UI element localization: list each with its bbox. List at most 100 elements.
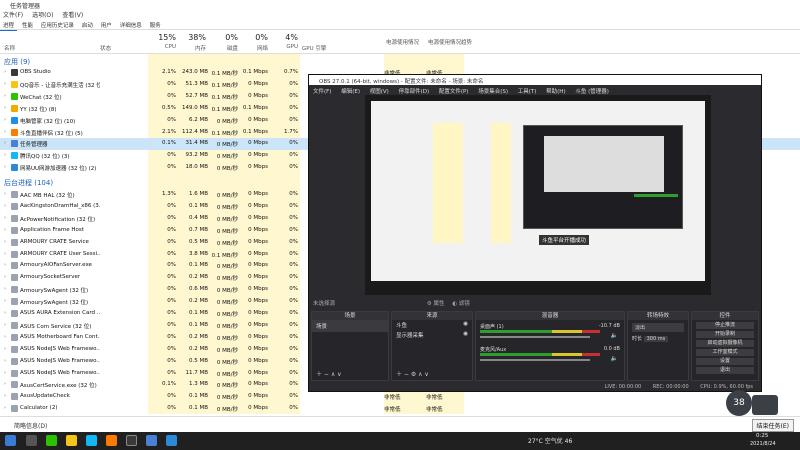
expand-chevron-icon[interactable]: › <box>4 334 6 340</box>
obs-menu-file[interactable]: 文件(F) <box>313 89 331 95</box>
expand-chevron-icon[interactable]: › <box>4 215 6 221</box>
process-name: WeChat (32 位) <box>20 94 62 101</box>
expand-chevron-icon[interactable]: › <box>4 203 6 209</box>
expand-chevron-icon[interactable]: › <box>4 191 6 197</box>
uu-accelerator-icon[interactable] <box>166 435 177 446</box>
tab-performance[interactable]: 性能 <box>19 20 36 30</box>
scene-add-remove-icons[interactable]: ＋ − ∧ ∨ <box>316 369 342 378</box>
duration-input[interactable]: 300 ms <box>643 336 669 342</box>
expand-chevron-icon[interactable]: › <box>4 298 6 304</box>
source-item-display[interactable]: 显示器采集 ◉ <box>392 330 472 340</box>
fewer-details-link[interactable]: 简略信息(D) <box>14 421 47 430</box>
expand-chevron-icon[interactable]: › <box>4 129 6 135</box>
expand-chevron-icon[interactable]: › <box>4 405 6 411</box>
expand-chevron-icon[interactable]: › <box>4 93 6 99</box>
expand-chevron-icon[interactable]: › <box>4 346 6 352</box>
table-row[interactable]: › AsusUpdateCheck 0% 0.1 MB 0 MB/秒 0 Mbps 0% 非常… <box>0 391 800 403</box>
clock-date[interactable]: 2021/8/24 <box>750 441 776 447</box>
obs-taskbar-icon[interactable] <box>126 435 137 446</box>
tab-startup[interactable]: 启动 <box>79 20 96 30</box>
expand-chevron-icon[interactable]: › <box>4 274 6 280</box>
gpu-value: 0% <box>289 369 298 376</box>
end-task-button[interactable]: 结束任务(E) <box>751 419 794 432</box>
transition-select[interactable]: 淡出 <box>632 323 684 332</box>
expand-chevron-icon[interactable]: › <box>4 227 6 233</box>
filter-icon[interactable]: ◐ <box>452 301 457 307</box>
wechat-icon[interactable] <box>46 435 57 446</box>
col-power-trend[interactable]: 电源使用情况趋势 <box>428 38 472 46</box>
expand-chevron-icon[interactable]: › <box>4 393 6 399</box>
gear-icon[interactable]: ⚙ <box>427 301 432 307</box>
col-gpu[interactable]: GPU <box>260 44 298 50</box>
windows-start-icon[interactable] <box>5 435 16 446</box>
search-icon[interactable] <box>26 435 37 446</box>
filters-button[interactable]: 滤镜 <box>459 301 470 307</box>
expand-chevron-icon[interactable]: › <box>4 239 6 245</box>
mixer-dock: 混音器 桌面声 (1) -10.7 dB 🔈 麦克风/Aux 0.0 dB 🔈 <box>475 311 625 381</box>
source-item-douyu[interactable]: 斗鱼 ◉ <box>392 320 472 330</box>
expand-chevron-icon[interactable]: › <box>4 152 6 158</box>
task-manager-taskbar-icon[interactable] <box>146 435 157 446</box>
virtual-camera-button[interactable]: 启动虚拟摄像机 <box>696 340 754 347</box>
process-name: ArmourySwAgent (32 位) <box>20 288 89 295</box>
tab-app-history[interactable]: 应用历史记录 <box>38 20 77 30</box>
exit-button[interactable]: 退出 <box>696 367 754 374</box>
start-recording-button[interactable]: 开始录制 <box>696 331 754 338</box>
disk-value: 0 MB/秒 <box>216 228 238 235</box>
expand-chevron-icon[interactable]: › <box>4 370 6 376</box>
track-1-slider[interactable] <box>480 336 590 338</box>
eye-icon[interactable]: ◉ <box>463 321 468 327</box>
stop-streaming-button[interactable]: 停止推流 <box>696 322 754 329</box>
obs-preview[interactable]: 斗鱼平台开播成功 <box>365 95 711 295</box>
expand-chevron-icon[interactable]: › <box>4 117 6 123</box>
col-status[interactable]: 状态 <box>100 44 111 52</box>
table-row[interactable]: › Calculator (2) 0% 0.1 MB 0 MB/秒 0 Mbps 0% 非常低… <box>0 403 800 415</box>
col-name[interactable]: 名称 <box>4 44 15 52</box>
expand-chevron-icon[interactable]: › <box>4 81 6 87</box>
apps-section-header: 应用 (9) <box>4 58 31 66</box>
tab-users[interactable]: 用户 <box>98 20 115 30</box>
disk-value: 0 MB/秒 <box>216 216 238 223</box>
track-2-slider[interactable] <box>480 359 590 361</box>
clock-time[interactable]: 0:25 <box>756 433 768 439</box>
qq-music-icon[interactable] <box>66 435 77 446</box>
qq-icon[interactable] <box>86 435 97 446</box>
process-name: YY (32 位) (8) <box>20 106 57 113</box>
properties-button[interactable]: 属性 <box>433 301 444 307</box>
floating-badge[interactable]: 38 <box>726 390 752 416</box>
process-icon <box>11 238 18 246</box>
tab-details[interactable]: 详细信息 <box>117 20 145 30</box>
expand-chevron-icon[interactable]: › <box>4 358 6 364</box>
expand-chevron-icon[interactable]: › <box>4 140 6 146</box>
eye-icon[interactable]: ◉ <box>463 331 468 337</box>
source-add-remove-icons[interactable]: ＋ − ⚙ ∧ ∨ <box>396 369 429 378</box>
speaker-icon[interactable]: 🔈 <box>611 355 618 362</box>
weather-widget[interactable]: 27°C 空气优 46 <box>528 436 572 445</box>
tab-services[interactable]: 服务 <box>147 20 164 30</box>
settings-button[interactable]: 设置 <box>696 358 754 365</box>
menu-file[interactable]: 文件(F) <box>3 12 23 19</box>
gpu-value: 0% <box>289 92 298 99</box>
expand-chevron-icon[interactable]: › <box>4 251 6 257</box>
col-power[interactable]: 电源使用情况 <box>386 38 419 46</box>
tab-processes[interactable]: 进程 <box>0 20 18 31</box>
scene-item[interactable]: 场景 <box>312 320 388 332</box>
expand-chevron-icon[interactable]: › <box>4 322 6 328</box>
expand-chevron-icon[interactable]: › <box>4 286 6 292</box>
expand-chevron-icon[interactable]: › <box>4 262 6 268</box>
expand-chevron-icon[interactable]: › <box>4 69 6 75</box>
studio-mode-button[interactable]: 工作室模式 <box>696 349 754 356</box>
disk-value: 0 MB/秒 <box>216 359 238 366</box>
speaker-icon[interactable]: 🔈 <box>611 332 618 339</box>
floating-widget[interactable] <box>752 395 778 415</box>
expand-chevron-icon[interactable]: › <box>4 381 6 387</box>
expand-chevron-icon[interactable]: › <box>4 105 6 111</box>
expand-chevron-icon[interactable]: › <box>4 310 6 316</box>
douyu-icon[interactable] <box>106 435 117 446</box>
cpu-value: 0% <box>167 298 176 305</box>
expand-chevron-icon[interactable]: › <box>4 164 6 170</box>
col-gpu-engine[interactable]: GPU 引擎 <box>302 44 326 52</box>
obs-menu-edit[interactable]: 编辑(E) <box>341 89 360 95</box>
menu-view[interactable]: 查看(V) <box>62 12 83 19</box>
menu-options[interactable]: 选项(O) <box>32 12 53 19</box>
